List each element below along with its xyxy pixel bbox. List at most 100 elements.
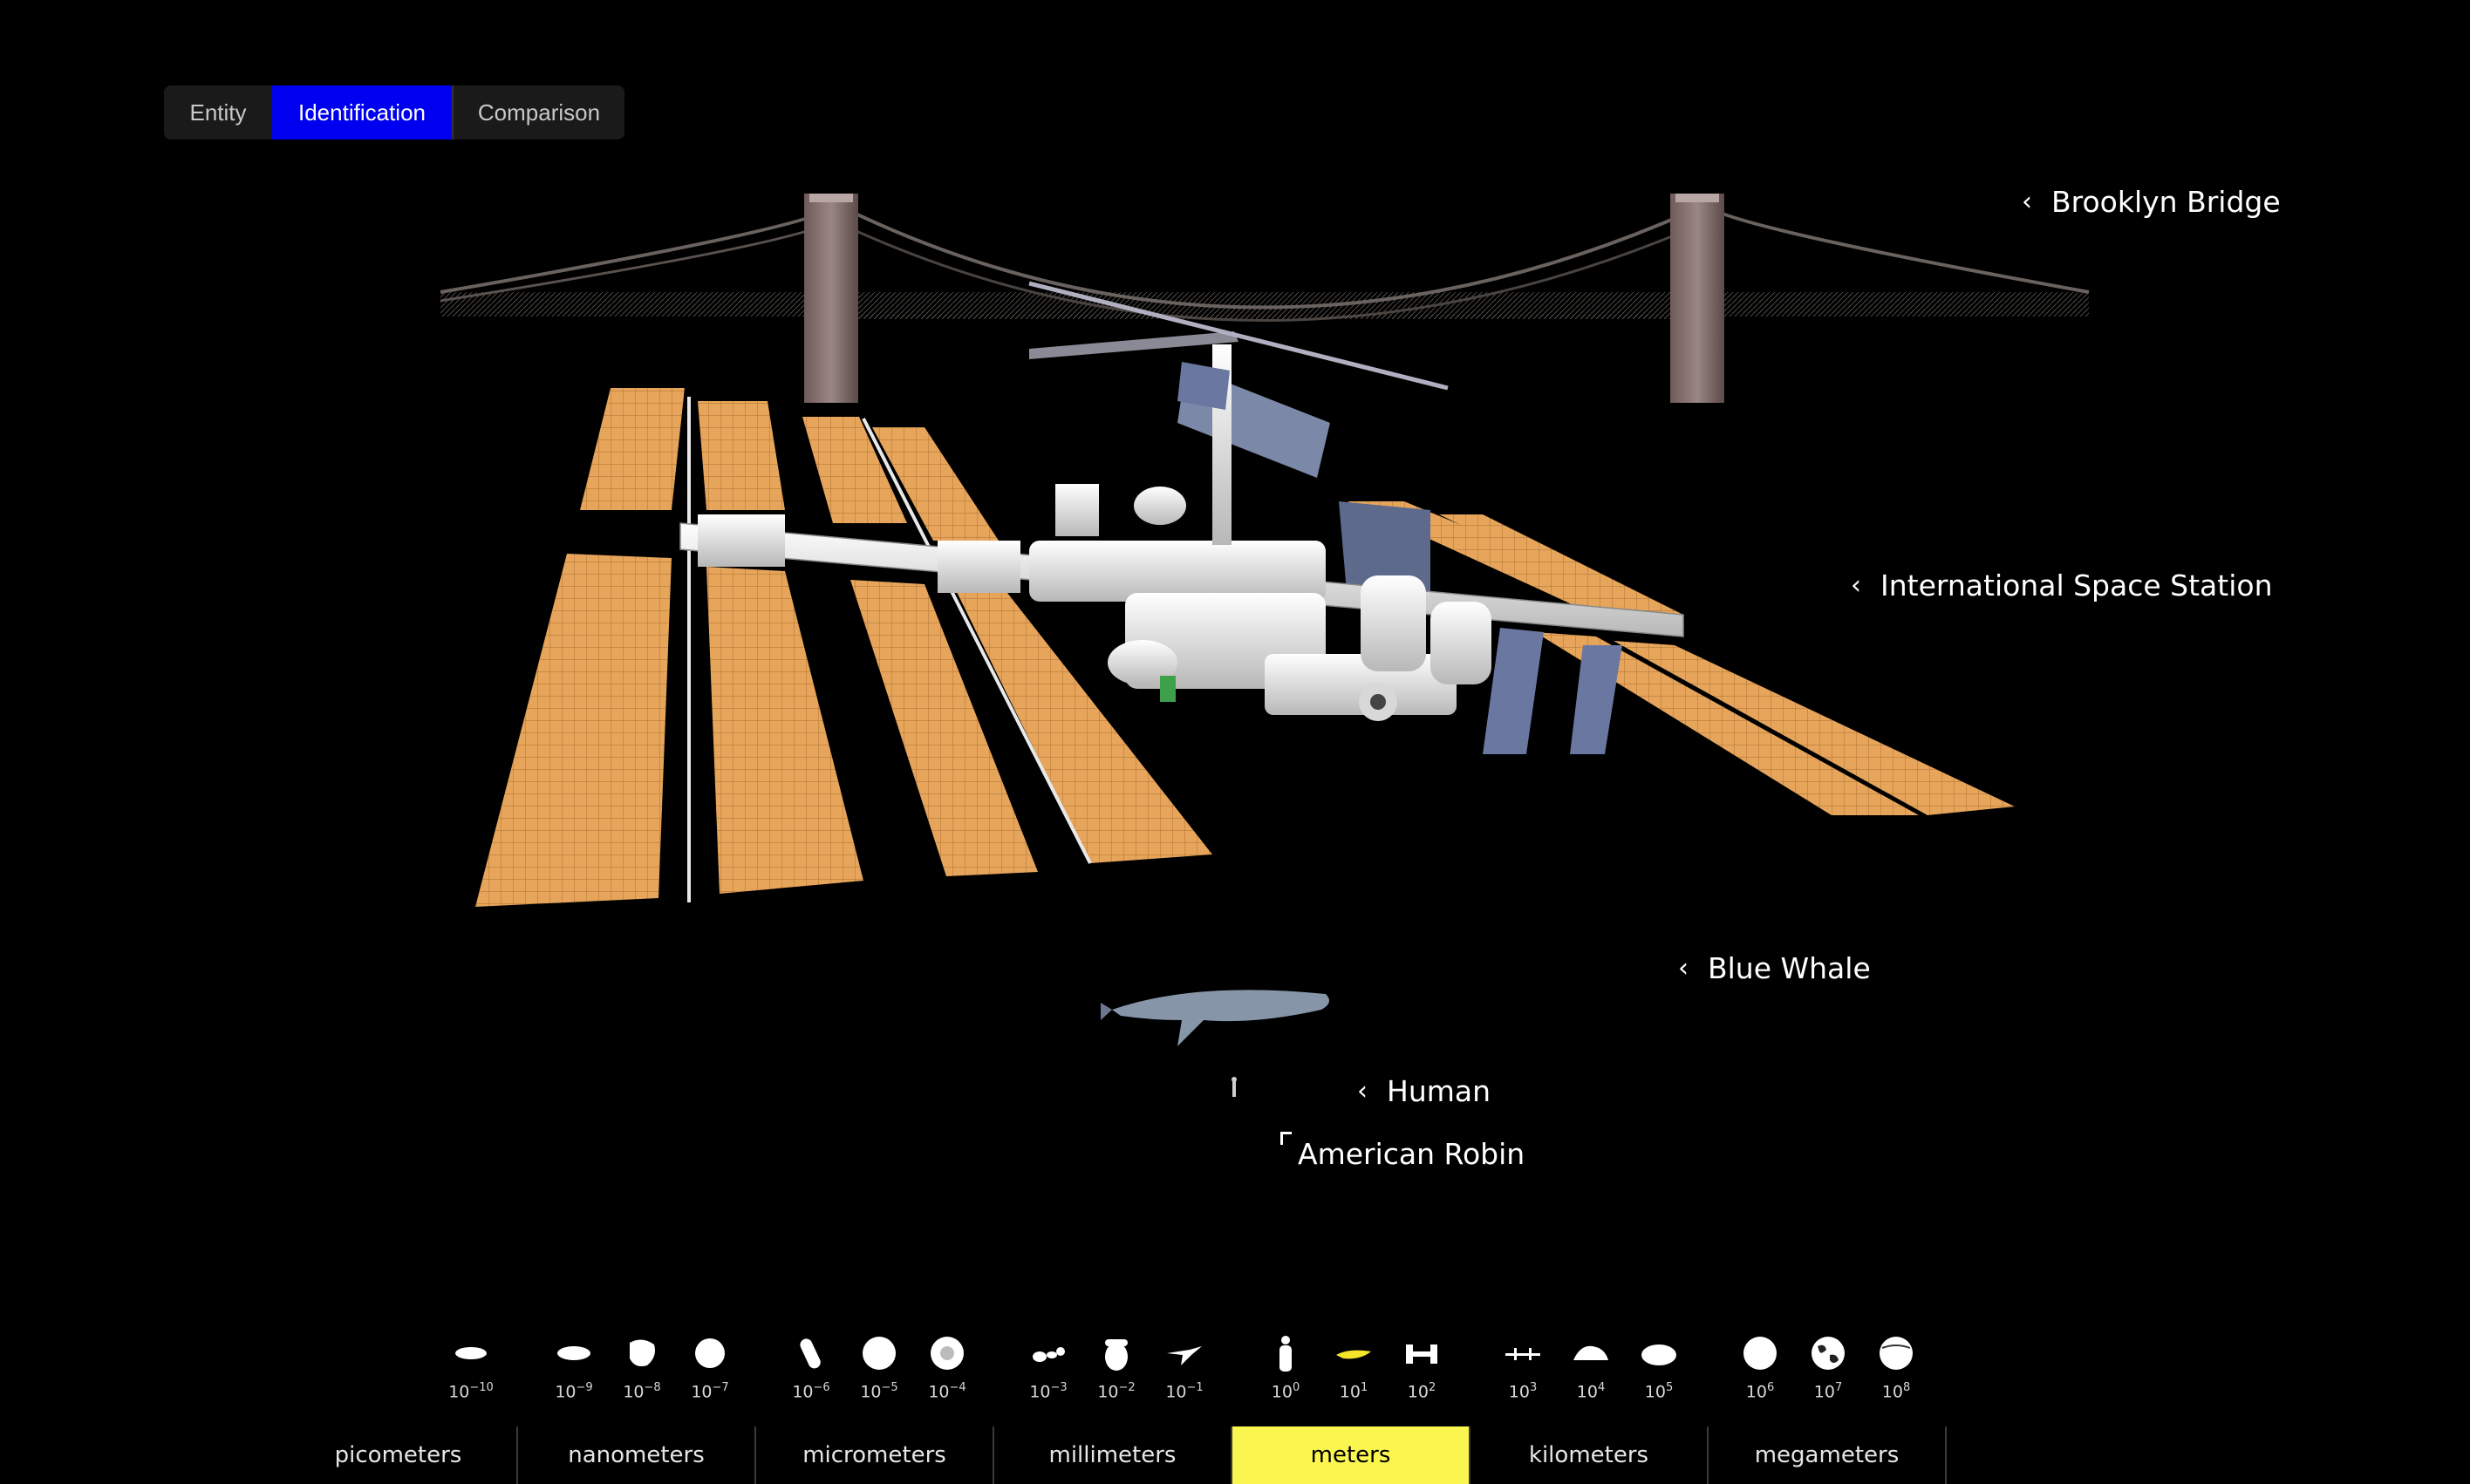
- chevron-left-icon: ‹: [1357, 1076, 1368, 1106]
- moon-icon: [1743, 1337, 1777, 1370]
- bridge-icon: [1505, 1348, 1540, 1360]
- magnitude-exponent: −10: [469, 1381, 494, 1394]
- human-icon: [1279, 1336, 1292, 1372]
- magnitude-minus1[interactable]: 10−1: [1158, 1334, 1211, 1401]
- blue-whale-model[interactable]: [1101, 990, 1329, 1046]
- jupiter-icon: [1880, 1337, 1913, 1370]
- tab-kilometers[interactable]: kilometers: [1470, 1426, 1709, 1484]
- human-label[interactable]: ‹ Human: [1357, 1074, 1491, 1108]
- magnitude-minus5[interactable]: 10−5: [853, 1334, 905, 1401]
- magnitude-exponent: 4: [1597, 1381, 1606, 1394]
- magnitude-base: 10: [1029, 1382, 1051, 1402]
- blue-whale-label[interactable]: ‹ Blue Whale: [1678, 951, 1871, 985]
- magnitude-exponent: 1: [1360, 1381, 1368, 1394]
- magnitude-base: 10: [1165, 1382, 1187, 1402]
- magnitude-8[interactable]: 108: [1870, 1334, 1922, 1401]
- magnitude-base: 10: [1813, 1382, 1835, 1402]
- lake-icon: [1641, 1344, 1676, 1365]
- magnitude-base: 10: [1339, 1382, 1361, 1402]
- magnitude-base: 10: [860, 1382, 882, 1402]
- magnitude-exponent: 6: [1766, 1381, 1775, 1394]
- american-robin-name: American Robin: [1298, 1137, 1525, 1171]
- magnitude-exponent: 0: [1292, 1381, 1300, 1394]
- space-station-icon: [1406, 1344, 1437, 1364]
- magnitude-base: 10: [691, 1382, 713, 1402]
- iss-model[interactable]: [475, 281, 2015, 907]
- magnitude-exponent: 8: [1902, 1381, 1911, 1394]
- corner-marker-icon: [1280, 1132, 1292, 1145]
- tab-megameters[interactable]: megameters: [1709, 1426, 1947, 1484]
- magnitude-exponent: 5: [1665, 1381, 1674, 1394]
- iss-name: International Space Station: [1880, 568, 2273, 602]
- magnitude-exponent: −7: [712, 1381, 729, 1394]
- magnitude-minus6[interactable]: 10−6: [785, 1334, 837, 1401]
- magnitude-minus9[interactable]: 10−9: [548, 1334, 600, 1401]
- chevron-left-icon: ‹: [1678, 953, 1689, 984]
- magnitude-3[interactable]: 103: [1497, 1334, 1549, 1401]
- magnitude-exponent: −1: [1186, 1381, 1204, 1394]
- magnitude-minus2[interactable]: 10−2: [1090, 1334, 1143, 1401]
- magnitude-base: 10: [1644, 1382, 1666, 1402]
- magnitude-base: 10: [1407, 1382, 1429, 1402]
- ant-icon: [1033, 1347, 1065, 1362]
- magnitude-exponent: 3: [1529, 1381, 1538, 1394]
- tab-micrometers[interactable]: micrometers: [756, 1426, 994, 1484]
- magnitude-minus8[interactable]: 10−8: [616, 1334, 668, 1401]
- chevron-left-icon: ‹: [1851, 570, 1861, 601]
- molecule-icon: [557, 1346, 590, 1360]
- whale-icon: [1336, 1350, 1371, 1359]
- magnitude-base: 10: [1271, 1382, 1293, 1402]
- magnitude-exponent: −4: [949, 1381, 966, 1394]
- tab-millimeters[interactable]: millimeters: [994, 1426, 1232, 1484]
- tab-picometers[interactable]: picometers: [280, 1426, 518, 1484]
- magnitude-exponent: −3: [1050, 1381, 1068, 1394]
- magnitude-base: 10: [623, 1382, 645, 1402]
- american-robin-label[interactable]: American Robin: [1298, 1137, 1525, 1171]
- earth-icon: [1812, 1337, 1845, 1370]
- magnitude-base: 10: [1881, 1382, 1903, 1402]
- magnitude-minus4[interactable]: 10−4: [921, 1334, 973, 1401]
- magnitude-2[interactable]: 102: [1395, 1334, 1448, 1401]
- virus-icon: [455, 1347, 487, 1359]
- human-name: Human: [1387, 1074, 1491, 1108]
- blue-whale-name: Blue Whale: [1708, 951, 1871, 985]
- magnitude-1[interactable]: 101: [1327, 1334, 1380, 1401]
- magnitude-minus10[interactable]: 10−10: [445, 1334, 497, 1401]
- magnitude-base: 10: [1745, 1382, 1767, 1402]
- magnitude-exponent: −2: [1118, 1381, 1136, 1394]
- unit-tabs: picometers nanometers micrometers millim…: [280, 1426, 1947, 1484]
- hummingbird-icon: [1167, 1346, 1202, 1365]
- brooklyn-bridge-label[interactable]: ‹ Brooklyn Bridge: [2022, 185, 2281, 219]
- protein-icon: [630, 1339, 655, 1366]
- coronavirus-icon: [695, 1338, 725, 1368]
- magnitude-7[interactable]: 107: [1802, 1334, 1854, 1401]
- magnitude-base: 10: [928, 1382, 950, 1402]
- magnitude-base: 10: [1508, 1382, 1530, 1402]
- brooklyn-bridge-model[interactable]: [440, 194, 2090, 403]
- magnitude-scale: 10−10 10−9 10−8 10−7 10−6 10−5 10−4 10−3…: [0, 1334, 2470, 1413]
- magnitude-exponent: 7: [1834, 1381, 1843, 1394]
- magnitude-base: 10: [448, 1382, 470, 1402]
- brooklyn-bridge-name: Brooklyn Bridge: [2051, 185, 2281, 219]
- magnitude-base: 10: [792, 1382, 814, 1402]
- magnitude-4[interactable]: 104: [1565, 1334, 1617, 1401]
- human-model[interactable]: [1232, 1077, 1237, 1097]
- magnitude-5[interactable]: 105: [1633, 1334, 1685, 1401]
- tab-nanometers[interactable]: nanometers: [518, 1426, 756, 1484]
- amoeba-icon: [931, 1337, 964, 1370]
- magnitude-minus7[interactable]: 10−7: [684, 1334, 736, 1401]
- bacterium-icon: [800, 1338, 821, 1369]
- magnitude-base: 10: [1576, 1382, 1598, 1402]
- tab-meters[interactable]: meters: [1232, 1426, 1470, 1484]
- magnitude-base: 10: [1097, 1382, 1119, 1402]
- magnitude-base: 10: [555, 1382, 577, 1402]
- magnitude-6[interactable]: 106: [1734, 1334, 1786, 1401]
- island-icon: [1573, 1345, 1608, 1360]
- magnitude-minus3[interactable]: 10−3: [1022, 1334, 1075, 1401]
- magnitude-exponent: 2: [1428, 1381, 1436, 1394]
- magnitude-exponent: −9: [576, 1381, 593, 1394]
- iss-label[interactable]: ‹ International Space Station: [1851, 568, 2272, 602]
- cell-icon: [863, 1337, 896, 1370]
- magnitude-exponent: −5: [881, 1381, 898, 1394]
- magnitude-0[interactable]: 100: [1259, 1334, 1312, 1401]
